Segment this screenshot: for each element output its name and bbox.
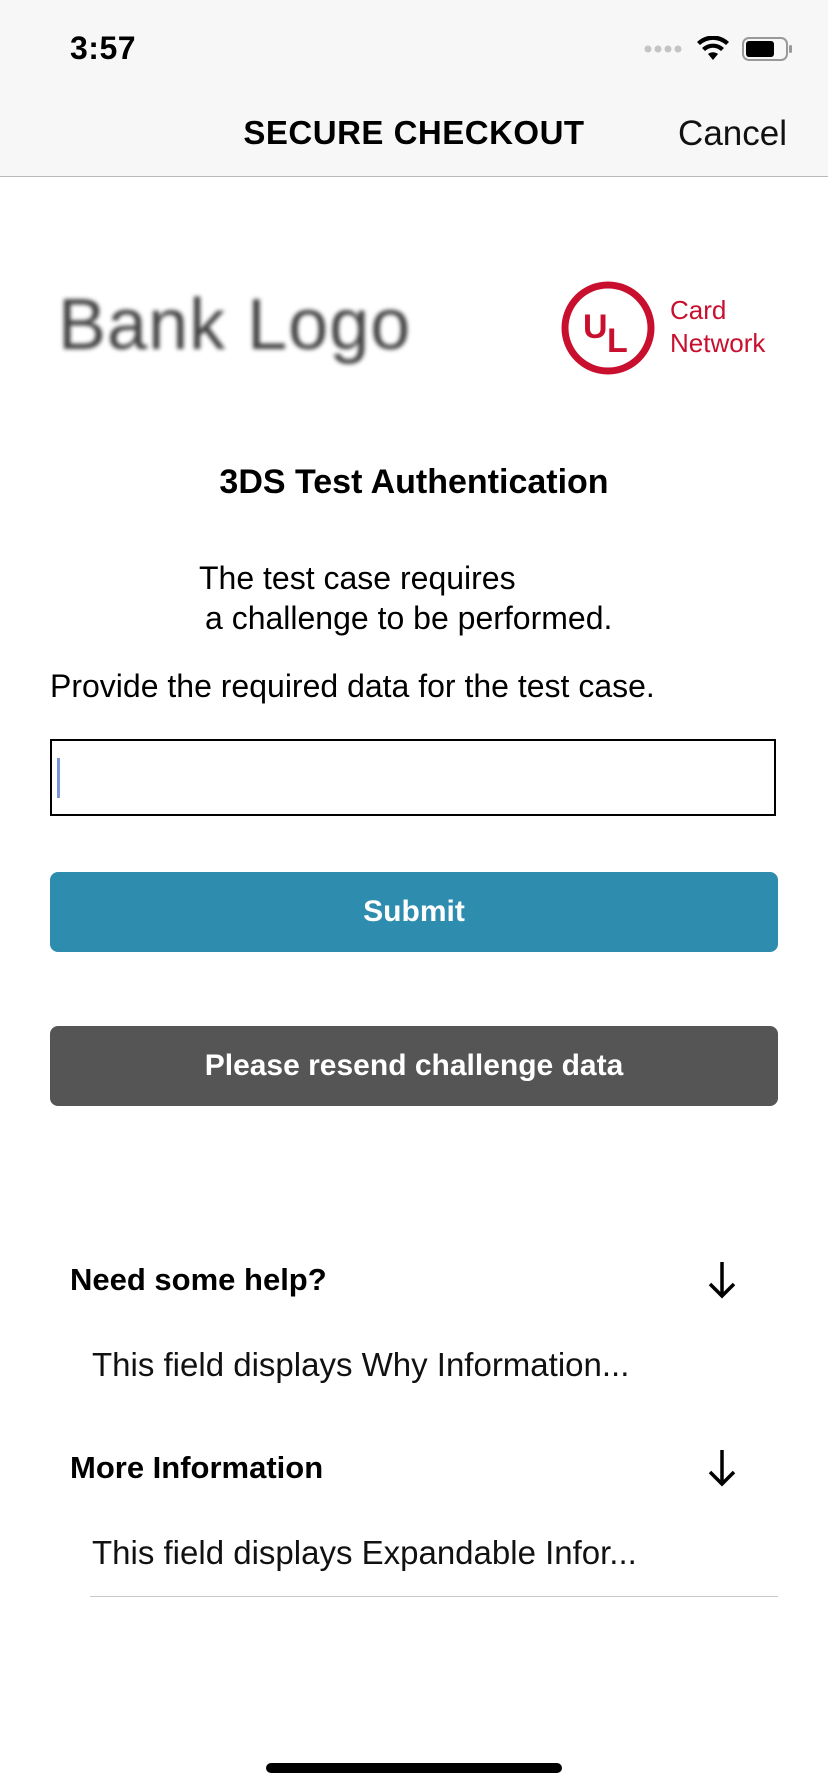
svg-text:L: L [607,322,628,360]
resend-challenge-button[interactable]: Please resend challenge data [50,1026,778,1106]
status-time: 3:57 [70,30,137,66]
wifi-icon [697,36,729,60]
challenge-info-text: The test case requires a challenge to be… [199,558,719,638]
signal-icon [644,45,682,53]
home-indicator[interactable] [266,1763,562,1773]
cancel-button[interactable]: Cancel [678,114,787,154]
status-bar: 3:57 [0,0,828,88]
logo-row: Bank Logo U L Card Network [0,270,828,390]
bank-logo: Bank Logo [58,285,412,365]
more-info-section-title[interactable]: More Information [70,1450,323,1486]
challenge-heading: 3DS Test Authentication [219,463,609,501]
card-network-label: Card Network [670,294,765,360]
svg-text:U: U [583,308,608,346]
text-caret [57,758,60,798]
info-line-1: The test case requires [199,560,516,596]
submit-button[interactable]: Submit [50,872,778,952]
status-icons [644,36,794,62]
card-network-line1: Card [670,295,727,325]
help-section-title[interactable]: Need some help? [70,1262,327,1298]
divider [90,1596,778,1597]
more-info-section-body: This field displays Expandable Infor... [92,1534,637,1571]
card-network-logo: U L Card Network [560,280,780,380]
help-section-body: This field displays Why Information... [92,1346,630,1383]
nav-bar: SECURE CHECKOUT Cancel [0,88,828,177]
info-line-2: a challenge to be performed. [205,600,613,636]
arrow-down-icon[interactable] [700,1258,744,1302]
challenge-instruction: Provide the required data for the test c… [50,668,655,704]
challenge-data-input[interactable] [50,739,776,816]
battery-icon [742,37,792,61]
card-network-line2: Network [670,328,766,358]
ul-mark-icon: U L [561,281,655,375]
arrow-down-icon[interactable] [700,1446,744,1490]
